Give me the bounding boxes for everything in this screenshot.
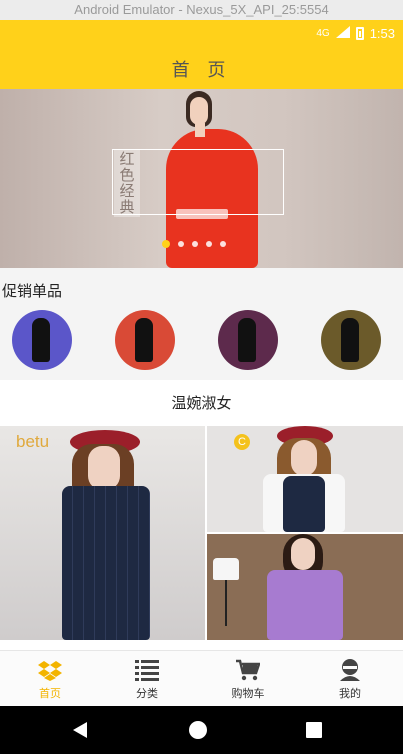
product-grid: betu C bbox=[0, 426, 403, 650]
promo-section: 促销单品 bbox=[0, 268, 403, 380]
banner-vertical-text: 红色经典 bbox=[114, 149, 140, 217]
product-tile-large[interactable]: betu bbox=[0, 426, 205, 640]
sweater-shape bbox=[267, 570, 343, 640]
page-title: 首 页 bbox=[171, 60, 232, 81]
promo-item-image bbox=[341, 318, 359, 362]
bottom-navigation: 首页 分类 购物车 我的 bbox=[0, 650, 403, 706]
brand-logo: betu bbox=[16, 432, 50, 451]
carousel-dot[interactable] bbox=[178, 241, 184, 247]
nav-cart-label: 购物车 bbox=[231, 687, 265, 700]
promo-item-image bbox=[135, 318, 153, 362]
carousel-dot[interactable] bbox=[192, 241, 198, 247]
face-shape bbox=[291, 538, 315, 570]
user-icon bbox=[338, 659, 362, 681]
hero-banner[interactable]: 红色经典 bbox=[0, 89, 403, 268]
app-header: 4G 1:53 首 页 bbox=[0, 20, 403, 89]
nav-home[interactable]: 首页 bbox=[0, 651, 100, 707]
lamp-shape bbox=[213, 558, 239, 580]
nav-profile-label: 我的 bbox=[339, 687, 361, 700]
banner-model-face bbox=[190, 97, 208, 125]
nav-category[interactable]: 分类 bbox=[97, 651, 197, 707]
nav-category-label: 分类 bbox=[136, 687, 158, 700]
lamp-stem bbox=[225, 580, 227, 626]
battery-icon bbox=[355, 26, 364, 40]
home-icon[interactable] bbox=[189, 721, 207, 739]
dress-shape bbox=[62, 486, 150, 640]
banner-headline: 红色经典 bbox=[119, 150, 135, 216]
face-shape bbox=[291, 440, 317, 476]
promo-item[interactable] bbox=[218, 310, 278, 370]
promo-item-image bbox=[238, 318, 256, 362]
section-title: 温婉淑女 bbox=[0, 380, 403, 426]
banner-cta[interactable] bbox=[176, 209, 228, 219]
promo-item[interactable] bbox=[115, 310, 175, 370]
emulator-window-title: Android Emulator - Nexus_5X_API_25:5554 bbox=[0, 0, 403, 20]
home-box-icon bbox=[38, 659, 62, 681]
promo-item[interactable] bbox=[12, 310, 72, 370]
face-shape bbox=[88, 446, 120, 490]
carousel-dot[interactable] bbox=[162, 240, 170, 248]
carousel-indicators bbox=[162, 240, 226, 248]
promo-title: 促销单品 bbox=[2, 282, 63, 300]
nav-home-label: 首页 bbox=[39, 687, 61, 700]
recent-apps-icon[interactable] bbox=[306, 722, 322, 738]
category-list-icon bbox=[135, 659, 159, 681]
cart-icon bbox=[236, 659, 261, 681]
nav-cart[interactable]: 购物车 bbox=[198, 651, 298, 707]
nav-profile[interactable]: 我的 bbox=[300, 651, 400, 707]
system-navigation-bar bbox=[0, 706, 403, 754]
promo-item[interactable] bbox=[321, 310, 381, 370]
back-icon[interactable] bbox=[73, 722, 87, 738]
status-time: 1:53 bbox=[369, 25, 395, 41]
product-tile-top[interactable]: C bbox=[207, 426, 403, 532]
network-indicator: 4G bbox=[316, 27, 330, 39]
status-bar: 4G 1:53 bbox=[316, 23, 395, 43]
promo-item-image bbox=[32, 318, 50, 362]
brand-badge: C bbox=[234, 434, 250, 450]
product-tile-bottom[interactable] bbox=[207, 534, 403, 640]
carousel-dot[interactable] bbox=[206, 241, 212, 247]
vest-shape bbox=[283, 476, 325, 532]
signal-icon bbox=[335, 25, 350, 41]
banner-model-neck bbox=[195, 123, 205, 137]
carousel-dot[interactable] bbox=[220, 241, 226, 247]
